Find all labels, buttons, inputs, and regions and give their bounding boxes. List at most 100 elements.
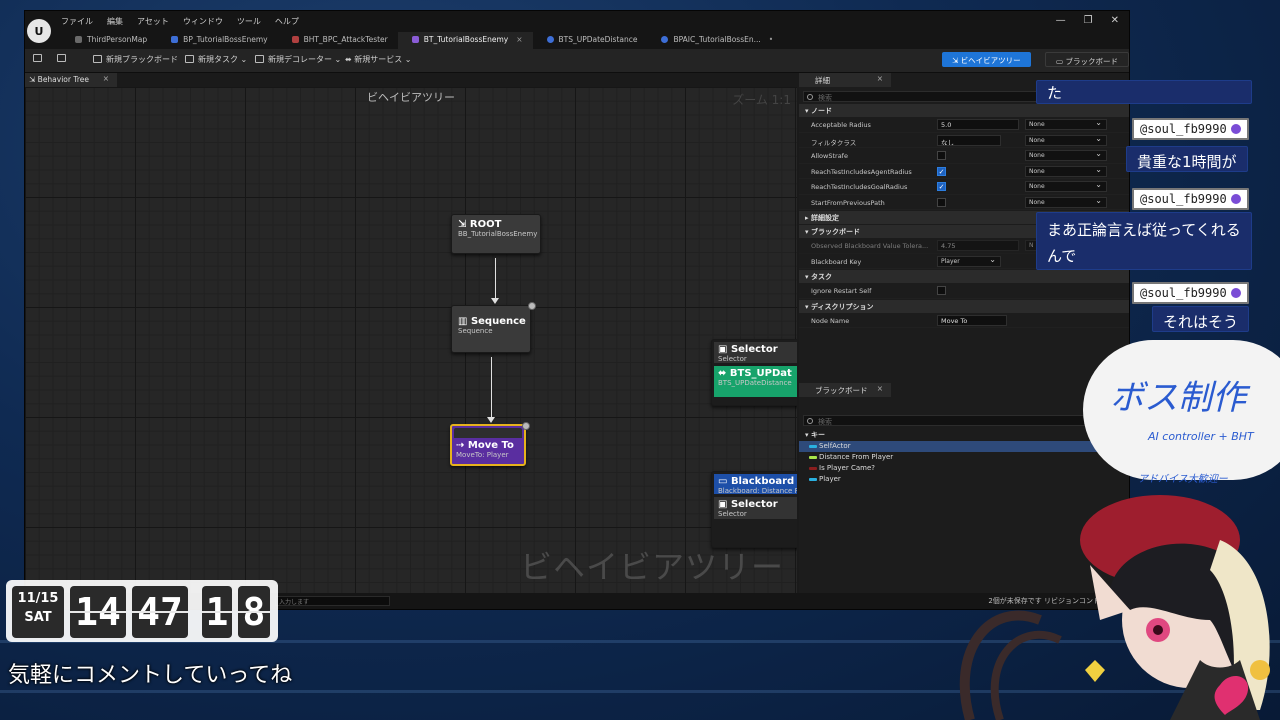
arrow-icon bbox=[491, 298, 499, 304]
new-task-button[interactable]: 新規タスク ⌄ bbox=[185, 54, 247, 65]
tab-bht-bpc-attack-tester[interactable]: BHT_BPC_AttackTester bbox=[278, 32, 398, 49]
ignore-restart-checkbox[interactable] bbox=[937, 286, 946, 295]
selector-node-1[interactable]: ▣ Selector Selector ⬌ BTS_UPDat BTS_UPDa… bbox=[711, 339, 797, 406]
behavior-tree-mode-button[interactable]: ⇲ ビヘイビアツリー bbox=[942, 52, 1031, 67]
sequence-node[interactable]: ▥ Sequence Sequence bbox=[451, 302, 536, 353]
tab-third-person-map[interactable]: ThirdPersonMap bbox=[61, 32, 157, 49]
tab-bt-tutorial-boss-enemy[interactable]: BT_TutorialBossEnemy × bbox=[397, 32, 533, 49]
close-tab-icon[interactable]: × bbox=[103, 74, 109, 83]
graph-canvas[interactable]: ビヘイビアツリー ズーム 1:1 ビヘイビアツリー ⇲ ROOT BB_Tuto… bbox=[25, 87, 797, 595]
minimize-icon[interactable]: — bbox=[1056, 15, 1066, 26]
maximize-icon[interactable]: ❐ bbox=[1084, 15, 1093, 26]
blackboard-key-dropdown[interactable]: Player bbox=[937, 255, 1001, 267]
menu-help[interactable]: ヘルプ bbox=[275, 16, 299, 27]
behavior-tree-icon: ⇲ bbox=[29, 75, 38, 84]
chat-username: @soul_fb9990 bbox=[1132, 118, 1249, 140]
row-acceptable-radius: Acceptable Radius 5.0 None bbox=[799, 117, 1129, 133]
blackboard-icon bbox=[93, 55, 102, 63]
chat-username: @soul_fb9990 bbox=[1132, 282, 1249, 304]
service-icon: ⬌ bbox=[345, 55, 355, 64]
task-icon bbox=[185, 55, 194, 63]
reach-goal-radius-dropdown[interactable]: None bbox=[1025, 180, 1107, 192]
arrow-icon bbox=[487, 417, 495, 423]
date-display: 11/15 SAT bbox=[12, 586, 64, 638]
clock-minutes: 47 bbox=[132, 586, 188, 638]
chat-message: 貴重な1時間が bbox=[1126, 146, 1248, 172]
unreal-logo-icon[interactable]: U bbox=[27, 19, 51, 43]
toolbar: 新規ブラックボード 新規タスク ⌄ 新規デコレーター ⌄ ⬌ 新規サービス ⌄ … bbox=[25, 49, 1129, 73]
filter-class-override-dropdown[interactable]: None bbox=[1025, 134, 1107, 146]
tab-bts-update-distance[interactable]: BTS_UPDateDistance bbox=[533, 32, 648, 49]
blackboard-key-distance[interactable]: Distance From Player bbox=[799, 452, 1129, 463]
blackboard-decorator[interactable]: ▭ Blackboard B Blackboard: Distance Fr bbox=[714, 474, 797, 495]
window-controls: — ❐ ✕ bbox=[1056, 15, 1119, 26]
close-tab-icon[interactable]: × bbox=[877, 74, 883, 83]
title-bar: U ファイル 編集 アセット ウィンドウ ツール ヘルプ — ❐ ✕ Third… bbox=[25, 11, 1129, 49]
behavior-tree-icon bbox=[411, 36, 419, 43]
member-badge-icon bbox=[1230, 194, 1241, 204]
acceptable-radius-dropdown[interactable]: None bbox=[1025, 118, 1107, 130]
menu-bar: ファイル 編集 アセット ウィンドウ ツール ヘルプ bbox=[61, 16, 299, 27]
blackboard-mode-button[interactable]: ▭ ブラックボード bbox=[1045, 52, 1129, 67]
allow-strafe-dropdown[interactable]: None bbox=[1025, 149, 1107, 161]
filter-class-dropdown[interactable]: なし bbox=[937, 134, 1001, 146]
row-ignore-restart: Ignore Restart Self bbox=[799, 283, 1129, 299]
chat-message: まあ正論言えば従ってくれるんで bbox=[1036, 212, 1252, 270]
reach-agent-radius-dropdown[interactable]: None bbox=[1025, 165, 1107, 177]
vtuber-avatar bbox=[959, 495, 1270, 720]
move-to-node[interactable]: ⇢ Move To MoveTo: Player bbox=[450, 422, 530, 466]
close-tab-icon[interactable]: × bbox=[877, 384, 883, 393]
close-window-icon[interactable]: ✕ bbox=[1111, 15, 1119, 26]
edge-sequence-moveto bbox=[491, 357, 492, 419]
details-tab[interactable]: 詳細 × bbox=[799, 73, 891, 87]
row-node-name: Node Name Move To bbox=[799, 313, 1129, 328]
stream-subtitle: AI controller + BHT bbox=[1148, 430, 1254, 443]
tab-bp-tutorial-boss-enemy[interactable]: BP_TutorialBossEnemy bbox=[157, 32, 277, 49]
move-to-icon: ⇢ bbox=[456, 440, 468, 451]
tab-bpaic-tutorial-boss[interactable]: BPAIC_TutorialBossEn... • bbox=[647, 32, 783, 49]
graph-panel-tab[interactable]: ⇲ Behavior Tree × bbox=[25, 73, 117, 87]
new-blackboard-button[interactable]: 新規ブラックボード bbox=[93, 54, 178, 65]
acceptable-radius-input[interactable]: 5.0 bbox=[937, 119, 1019, 130]
behavior-tree-icon: ⇲ bbox=[952, 56, 961, 65]
breakpoint-pin[interactable] bbox=[528, 302, 536, 310]
console-input[interactable]: 入力します bbox=[275, 596, 390, 606]
search-icon bbox=[807, 94, 813, 100]
section-node[interactable]: ▾ ノード bbox=[799, 104, 1129, 117]
section-description[interactable]: ▾ ディスクリプション bbox=[799, 299, 1129, 313]
clock-seconds-ones: 8 bbox=[238, 586, 270, 638]
row-reach-agent-radius: ReachTestIncludesAgentRadius ✓ None bbox=[799, 164, 1129, 179]
close-tab-icon[interactable]: × bbox=[516, 35, 522, 44]
unsaved-dot-icon: • bbox=[768, 35, 774, 44]
selector-node-2[interactable]: ▭ Blackboard B Blackboard: Distance Fr ▣… bbox=[711, 471, 797, 548]
reach-agent-radius-checkbox[interactable]: ✓ bbox=[937, 166, 946, 176]
blackboard-tab[interactable]: ブラックボード × bbox=[799, 383, 891, 397]
section-task[interactable]: ▾ タスク bbox=[799, 270, 1129, 283]
menu-tools[interactable]: ツール bbox=[237, 16, 261, 27]
node-name-input[interactable]: Move To bbox=[937, 314, 1007, 326]
clock-seconds-tens: 1 bbox=[202, 586, 232, 638]
menu-file[interactable]: ファイル bbox=[61, 16, 93, 27]
root-node[interactable]: ⇲ ROOT BB_TutorialBossEnemy bbox=[451, 214, 541, 254]
keys-header[interactable]: ▾ キー bbox=[799, 428, 1129, 441]
service-node[interactable]: ⬌ BTS_UPDat BTS_UPDateDistance bbox=[714, 366, 797, 397]
breakpoint-pin[interactable] bbox=[522, 422, 530, 430]
map-icon bbox=[75, 36, 82, 43]
observed-tolerance-input[interactable]: 4.75 bbox=[937, 240, 1019, 251]
blueprint-icon bbox=[291, 36, 299, 43]
blackboard-search-input[interactable]: 検索 bbox=[803, 415, 1125, 426]
new-service-button[interactable]: ⬌ 新規サービス ⌄ bbox=[345, 54, 412, 65]
menu-window[interactable]: ウィンドウ bbox=[183, 16, 223, 27]
browse-icon[interactable] bbox=[57, 54, 70, 63]
save-icon[interactable] bbox=[33, 54, 46, 63]
new-decorator-button[interactable]: 新規デコレーター ⌄ bbox=[255, 54, 341, 65]
start-from-previous-dropdown[interactable]: None bbox=[1025, 196, 1107, 208]
reach-goal-radius-checkbox[interactable]: ✓ bbox=[937, 182, 946, 191]
menu-asset[interactable]: アセット bbox=[137, 16, 169, 27]
chat-username: @soul_fb9990 bbox=[1132, 188, 1249, 210]
start-from-previous-checkbox[interactable] bbox=[937, 197, 946, 207]
comment-prompt: 気軽にコメントしていってね bbox=[8, 663, 293, 688]
menu-edit[interactable]: 編集 bbox=[107, 16, 123, 27]
allow-strafe-checkbox[interactable] bbox=[937, 151, 946, 160]
blackboard-key-self-actor[interactable]: SelfActor bbox=[799, 441, 1129, 452]
